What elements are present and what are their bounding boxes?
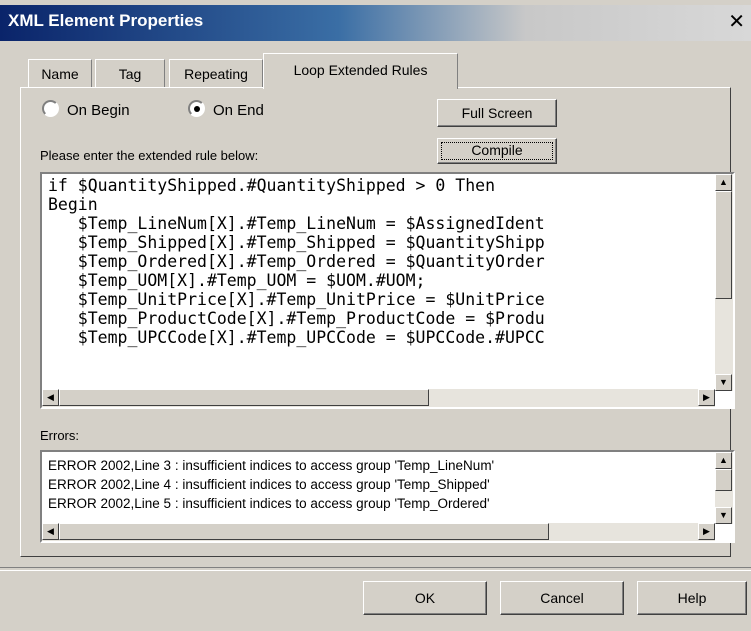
code-line: $Temp_Shipped[X].#Temp_Shipped = $Quanti… (48, 233, 545, 252)
full-screen-button[interactable]: Full Screen (437, 99, 557, 127)
rule-code-text[interactable]: if $QuantityShipped.#QuantityShipped > 0… (48, 176, 545, 347)
horizontal-scrollbar[interactable]: ◀ ▶ (42, 523, 715, 541)
dialog-window: XML Element Properties ✕ Name Tag Repeat… (0, 0, 751, 631)
up-arrow-icon[interactable]: ▲ (715, 452, 732, 469)
rule-editor[interactable]: if $QuantityShipped.#QuantityShipped > 0… (40, 172, 735, 409)
title-bar[interactable]: XML Element Properties ✕ (0, 5, 751, 41)
code-line: $Temp_Ordered[X].#Temp_Ordered = $Quanti… (48, 252, 545, 271)
close-icon[interactable]: ✕ (728, 9, 745, 33)
tab-name[interactable]: Name (28, 59, 92, 88)
window-title: XML Element Properties (8, 11, 204, 30)
radio-on-end-label: On End (213, 102, 264, 119)
down-arrow-icon[interactable]: ▼ (715, 507, 732, 524)
code-line: $Temp_LineNum[X].#Temp_LineNum = $Assign… (48, 214, 545, 233)
radio-on-begin-label: On Begin (67, 102, 130, 119)
errors-text: ERROR 2002,Line 3 : insufficient indices… (48, 456, 494, 513)
bottom-separator (0, 567, 751, 571)
vertical-scrollbar[interactable]: ▲ ▼ (715, 174, 733, 391)
radio-selected-icon (188, 100, 205, 117)
scroll-thumb[interactable] (715, 191, 732, 299)
scroll-thumb[interactable] (59, 523, 549, 540)
errors-list[interactable]: ERROR 2002,Line 3 : insufficient indices… (40, 450, 735, 543)
help-button[interactable]: Help (637, 581, 747, 615)
left-arrow-icon[interactable]: ◀ (42, 523, 59, 540)
tab-loop-extended-rules[interactable]: Loop Extended Rules (263, 53, 458, 89)
radio-circle-icon (42, 100, 59, 117)
scroll-thumb[interactable] (59, 389, 429, 406)
ok-button[interactable]: OK (363, 581, 487, 615)
code-line: $Temp_UPCCode[X].#Temp_UPCCode = $UPCCod… (48, 328, 545, 347)
down-arrow-icon[interactable]: ▼ (715, 374, 732, 391)
code-line: if $QuantityShipped.#QuantityShipped > 0… (48, 176, 496, 195)
rule-prompt-label: Please enter the extended rule below: (40, 148, 259, 163)
vertical-scrollbar[interactable]: ▲ ▼ (715, 452, 733, 524)
radio-on-begin[interactable]: On Begin (42, 100, 130, 119)
horizontal-scrollbar[interactable]: ◀ ▶ (42, 389, 715, 407)
right-arrow-icon[interactable]: ▶ (698, 523, 715, 540)
tab-repeating[interactable]: Repeating (169, 59, 263, 88)
error-line[interactable]: ERROR 2002,Line 3 : insufficient indices… (48, 456, 494, 475)
cancel-button[interactable]: Cancel (500, 581, 624, 615)
scroll-thumb[interactable] (715, 469, 732, 491)
code-line: $Temp_UnitPrice[X].#Temp_UnitPrice = $Un… (48, 290, 545, 309)
error-line[interactable]: ERROR 2002,Line 5 : insufficient indices… (48, 494, 494, 513)
code-line: $Temp_ProductCode[X].#Temp_ProductCode =… (48, 309, 545, 328)
compile-button[interactable]: Compile (437, 138, 557, 164)
errors-label: Errors: (40, 428, 79, 443)
radio-on-end[interactable]: On End (188, 100, 264, 119)
code-line: $Temp_UOM[X].#Temp_UOM = $UOM.#UOM; (48, 271, 426, 290)
tab-tag[interactable]: Tag (95, 59, 165, 88)
left-arrow-icon[interactable]: ◀ (42, 389, 59, 406)
error-line[interactable]: ERROR 2002,Line 4 : insufficient indices… (48, 475, 494, 494)
code-line: Begin (48, 195, 98, 214)
right-arrow-icon[interactable]: ▶ (698, 389, 715, 406)
up-arrow-icon[interactable]: ▲ (715, 174, 732, 191)
